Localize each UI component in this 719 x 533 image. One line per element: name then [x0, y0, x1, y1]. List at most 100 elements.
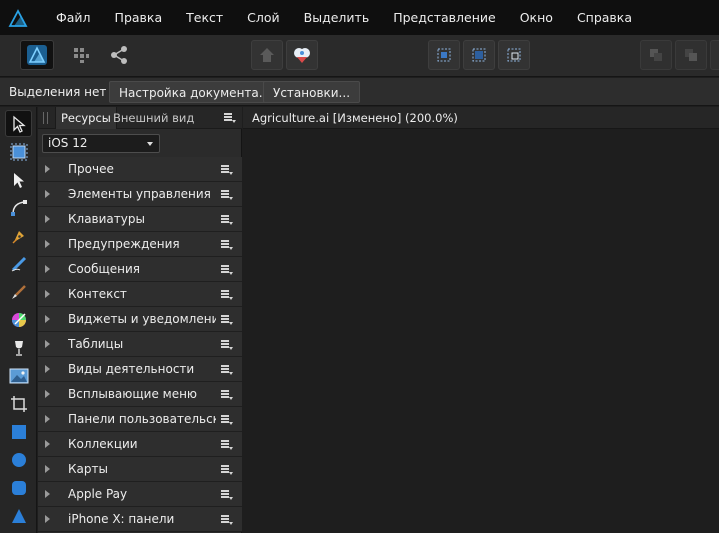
category-menu-icon[interactable] [221, 340, 233, 350]
pen-tool[interactable] [5, 222, 32, 249]
category-menu-icon[interactable] [221, 440, 233, 450]
expand-arrow-icon[interactable] [45, 490, 50, 498]
menu-text[interactable]: Текст [174, 0, 235, 35]
insert-behind-icon [472, 48, 486, 62]
category-row[interactable]: Виджеты и уведомления [38, 307, 242, 332]
pixel-persona-button[interactable] [66, 40, 96, 70]
node-tool[interactable] [5, 166, 32, 193]
category-menu-icon[interactable] [221, 315, 233, 325]
insert-top-button[interactable] [498, 40, 530, 70]
triangle-tool[interactable] [5, 502, 32, 529]
artboard-tool[interactable] [5, 138, 32, 165]
arrange-back-button[interactable] [640, 40, 672, 70]
category-row[interactable]: Клавиатуры [38, 207, 242, 232]
pencil-tool[interactable] [5, 250, 32, 277]
brush-icon [11, 284, 26, 299]
menu-edit[interactable]: Правка [103, 0, 175, 35]
insert-inside-button[interactable] [428, 40, 460, 70]
menu-file[interactable]: Файл [36, 0, 103, 35]
category-menu-icon[interactable] [221, 265, 233, 275]
expand-arrow-icon[interactable] [45, 440, 50, 448]
document-canvas[interactable] [243, 130, 719, 533]
category-row[interactable]: Карты [38, 457, 242, 482]
arrange-more-button[interactable] [710, 40, 719, 70]
category-row[interactable]: Всплывающие меню [38, 382, 242, 407]
category-row[interactable]: Элементы управления [38, 182, 242, 207]
menu-view[interactable]: Представление [381, 0, 508, 35]
arrange-front-button[interactable] [675, 40, 707, 70]
expand-arrow-icon[interactable] [45, 190, 50, 198]
document-tab-title: Agriculture.ai [Изменено] (200.0%) [252, 111, 458, 125]
expand-arrow-icon[interactable] [45, 365, 50, 373]
category-row[interactable]: Панели пользовательского [38, 407, 242, 432]
category-menu-icon[interactable] [221, 240, 233, 250]
crop-tool[interactable] [5, 390, 32, 417]
category-menu-icon[interactable] [221, 215, 233, 225]
category-menu-icon[interactable] [221, 290, 233, 300]
ellipse-tool[interactable] [5, 446, 32, 473]
menu-bar: Файл Правка Текст Слой Выделить Представ… [0, 0, 719, 35]
assistant-button[interactable] [251, 40, 283, 70]
category-row[interactable]: iPhone X: панели [38, 507, 242, 532]
expand-arrow-icon[interactable] [45, 415, 50, 423]
category-menu-icon[interactable] [221, 390, 233, 400]
expand-arrow-icon[interactable] [45, 240, 50, 248]
platform-dropdown[interactable]: iOS 12 [42, 134, 160, 153]
category-menu-icon[interactable] [221, 365, 233, 375]
corner-tool[interactable] [5, 194, 32, 221]
preferences-button[interactable]: Установки... [263, 81, 361, 103]
expand-arrow-icon[interactable] [45, 465, 50, 473]
selection-status: Выделения нет [9, 85, 107, 99]
category-row[interactable]: Таблицы [38, 332, 242, 357]
category-row[interactable]: Сообщения [38, 257, 242, 282]
export-persona-button[interactable] [104, 40, 134, 70]
category-menu-icon[interactable] [221, 165, 233, 175]
menu-layer[interactable]: Слой [235, 0, 292, 35]
expand-arrow-icon[interactable] [45, 315, 50, 323]
category-row[interactable]: Виды деятельности [38, 357, 242, 382]
category-menu-icon[interactable] [221, 465, 233, 475]
document-tab[interactable]: Agriculture.ai [Изменено] (200.0%) [243, 107, 719, 129]
category-menu-icon[interactable] [221, 190, 233, 200]
snapping-magnet-icon [294, 48, 310, 63]
expand-arrow-icon[interactable] [45, 290, 50, 298]
expand-arrow-icon[interactable] [45, 515, 50, 523]
insert-behind-button[interactable] [463, 40, 495, 70]
affinity-designer-logo-icon[interactable] [0, 0, 36, 35]
designer-persona-button[interactable] [20, 40, 54, 70]
category-row[interactable]: Коллекции [38, 432, 242, 457]
category-row[interactable]: Прочее [38, 157, 242, 182]
menu-help[interactable]: Справка [565, 0, 644, 35]
expand-arrow-icon[interactable] [45, 390, 50, 398]
insert-top-icon [507, 48, 521, 62]
category-row[interactable]: Предупреждения [38, 232, 242, 257]
expand-arrow-icon[interactable] [45, 340, 50, 348]
category-row[interactable]: Apple Pay [38, 482, 242, 507]
transparency-tool[interactable] [5, 334, 32, 361]
category-label: Контекст [68, 287, 127, 301]
snapping-button[interactable] [286, 40, 318, 70]
ellipse-icon [11, 452, 26, 467]
rounded-rectangle-tool[interactable] [5, 474, 32, 501]
expand-arrow-icon[interactable] [45, 265, 50, 273]
panel-grip-handle[interactable] [43, 112, 48, 124]
panel-menu-icon[interactable] [224, 113, 236, 123]
wine-glass-icon [14, 340, 23, 356]
fill-tool[interactable] [5, 306, 32, 333]
category-menu-icon[interactable] [221, 515, 233, 525]
expand-arrow-icon[interactable] [45, 165, 50, 173]
crop-icon [10, 395, 27, 412]
category-label: Сообщения [68, 262, 141, 276]
tab-appearance[interactable]: Внешний вид [108, 107, 199, 129]
category-menu-icon[interactable] [221, 490, 233, 500]
move-tool[interactable] [5, 110, 32, 137]
menu-window[interactable]: Окно [508, 0, 565, 35]
rectangle-tool[interactable] [5, 418, 32, 445]
category-menu-icon[interactable] [221, 415, 233, 425]
document-setup-button[interactable]: Настройка документа... [109, 81, 281, 103]
place-image-tool[interactable] [5, 362, 32, 389]
vector-brush-tool[interactable] [5, 278, 32, 305]
menu-select[interactable]: Выделить [292, 0, 382, 35]
category-row[interactable]: Контекст [38, 282, 242, 307]
expand-arrow-icon[interactable] [45, 215, 50, 223]
